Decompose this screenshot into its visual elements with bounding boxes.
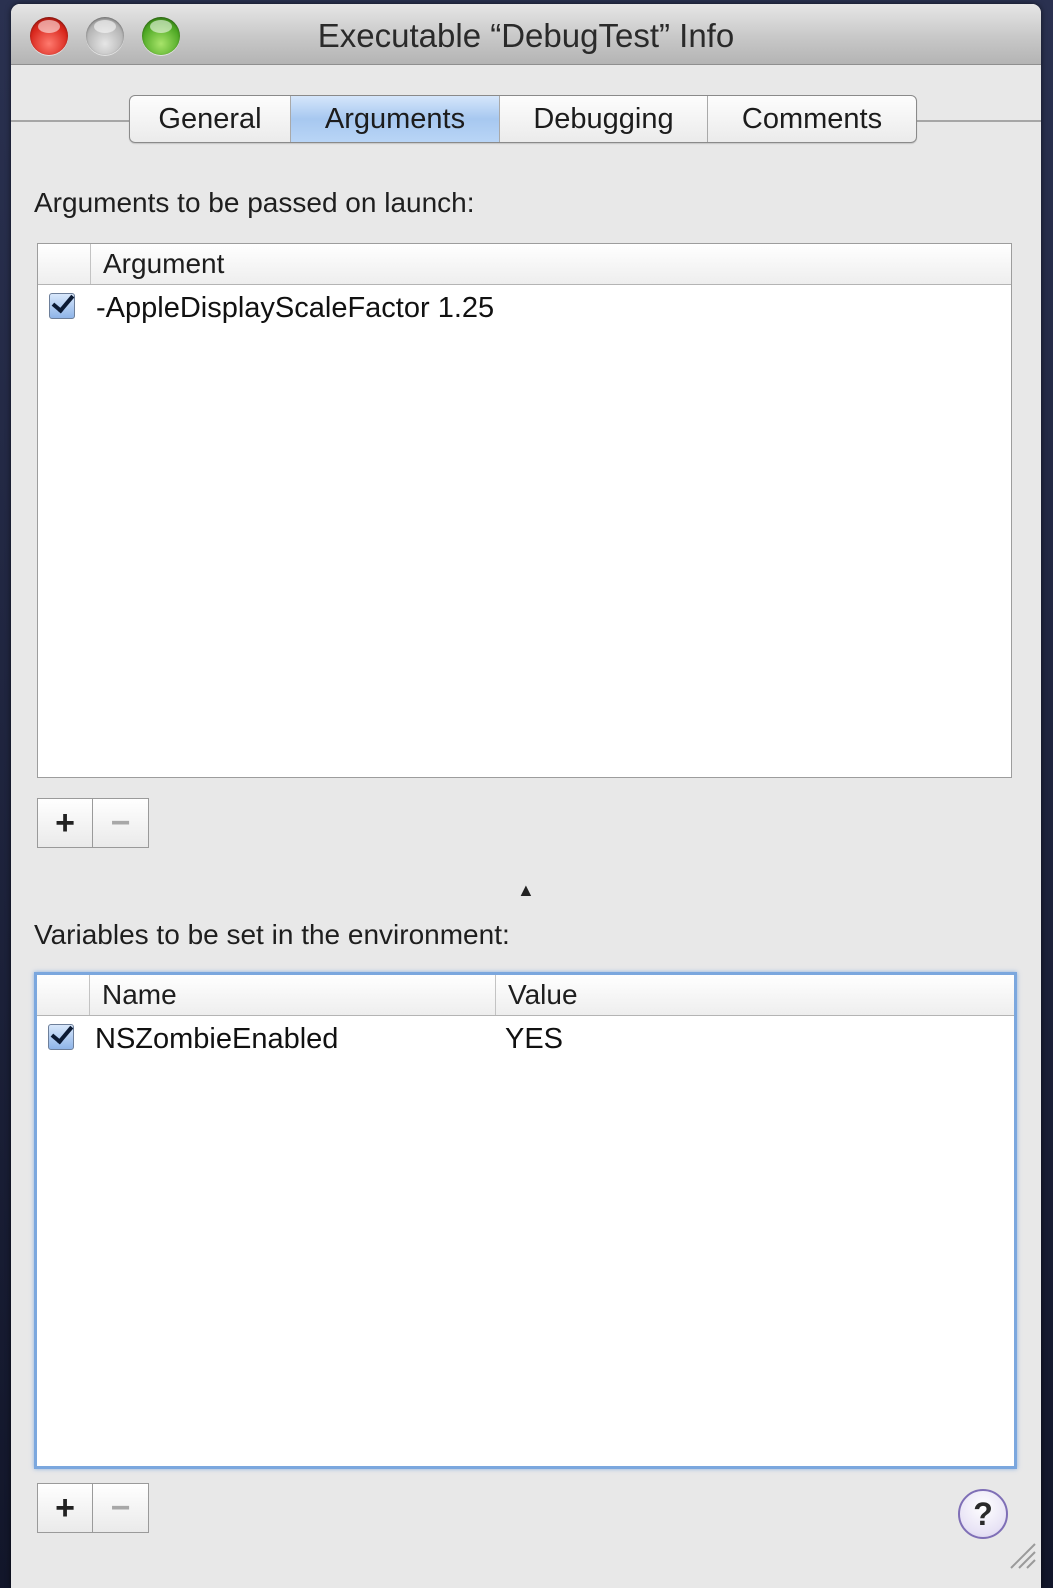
arguments-table[interactable]: Argument -AppleDisplayScaleFactor 1.25: [37, 243, 1012, 778]
tab-general[interactable]: General: [130, 96, 291, 142]
environment-add-remove: + −: [37, 1483, 149, 1533]
tab-bar: General Arguments Debugging Comments: [129, 95, 917, 143]
arguments-section-label: Arguments to be passed on launch:: [34, 187, 475, 218]
environment-section-label: Variables to be set in the environment:: [34, 919, 510, 950]
variable-name[interactable]: NSZombieEnabled: [95, 1018, 338, 1060]
window-title: Executable “DebugTest” Info: [317, 17, 735, 54]
split-view-handle[interactable]: ▲: [517, 880, 535, 901]
environment-table[interactable]: Name Value NSZombieEnabled YES: [34, 972, 1017, 1469]
tab-divider-left: [11, 120, 129, 122]
add-argument-button[interactable]: +: [37, 798, 93, 848]
remove-variable-button[interactable]: −: [93, 1483, 149, 1533]
tab-divider-right: [915, 120, 1041, 122]
argument-value[interactable]: -AppleDisplayScaleFactor 1.25: [96, 287, 494, 329]
tab-arguments[interactable]: Arguments: [291, 96, 500, 142]
check-column-header[interactable]: [38, 244, 90, 284]
remove-argument-button[interactable]: −: [93, 798, 149, 848]
checkbox-checked-icon[interactable]: [48, 1024, 74, 1050]
minimize-icon[interactable]: [86, 17, 124, 55]
tab-comments[interactable]: Comments: [708, 96, 916, 142]
close-icon[interactable]: [30, 17, 68, 55]
info-window: Executable “DebugTest” Info General Argu…: [11, 4, 1041, 1588]
name-column-header[interactable]: Name: [89, 975, 495, 1015]
help-icon[interactable]: ?: [958, 1489, 1008, 1539]
variable-value[interactable]: YES: [505, 1018, 563, 1060]
resize-grip-icon[interactable]: [1001, 1534, 1037, 1570]
checkbox-checked-icon[interactable]: [49, 293, 75, 319]
arguments-table-header: Argument: [38, 244, 1011, 285]
zoom-icon[interactable]: [142, 17, 180, 55]
environment-row[interactable]: NSZombieEnabled YES: [37, 1018, 1014, 1060]
add-variable-button[interactable]: +: [37, 1483, 93, 1533]
argument-row[interactable]: -AppleDisplayScaleFactor 1.25: [38, 287, 1011, 329]
check-column-header[interactable]: [37, 975, 89, 1015]
argument-column-header[interactable]: Argument: [90, 244, 1011, 284]
value-column-header[interactable]: Value: [495, 975, 1014, 1015]
title-bar[interactable]: Executable “DebugTest” Info: [11, 4, 1041, 65]
tab-debugging[interactable]: Debugging: [500, 96, 708, 142]
arguments-add-remove: + −: [37, 798, 149, 848]
environment-table-header: Name Value: [37, 975, 1014, 1016]
